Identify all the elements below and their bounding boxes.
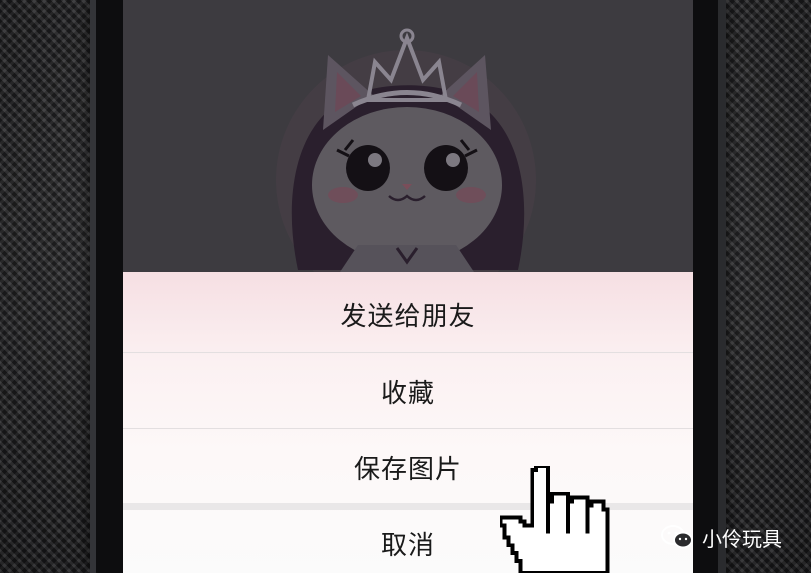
phone-edge-right: [718, 0, 726, 573]
favorite-button[interactable]: 收藏: [123, 353, 693, 429]
wechat-logo-icon: [661, 525, 693, 549]
pointing-hand-cursor-icon: [500, 466, 610, 573]
phone-edge-left: [90, 0, 96, 573]
watermark-text: 小伶玩具: [702, 526, 782, 551]
send-to-friend-button[interactable]: 发送给朋友: [123, 276, 693, 352]
watermark: 小伶玩具: [660, 522, 782, 552]
princess-cat-illustration: [123, 0, 693, 280]
